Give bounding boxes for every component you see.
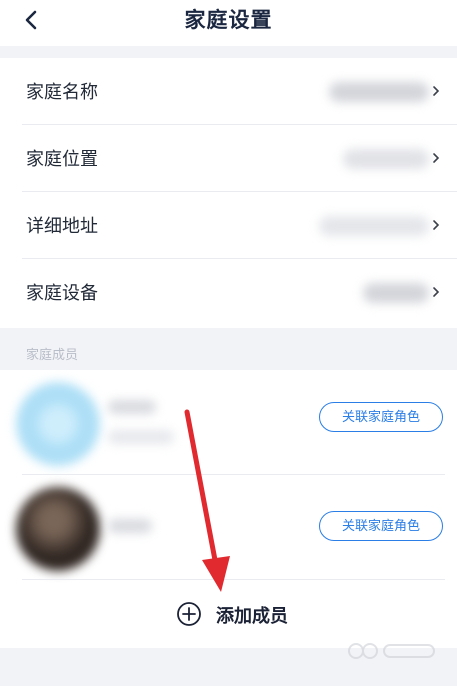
setting-label: 家庭设备 <box>26 283 98 304</box>
divider <box>22 579 445 580</box>
plus-circle-icon <box>177 602 201 626</box>
setting-label: 家庭位置 <box>26 149 98 170</box>
setting-row-detailed-address[interactable]: 详细地址 <box>22 192 457 259</box>
settings-list: 家庭名称 家庭位置 详细地址 家庭设备 <box>0 58 457 328</box>
link-family-role-button[interactable]: 关联家庭角色 <box>319 402 443 432</box>
chevron-right-icon <box>433 86 440 96</box>
header: 家庭设置 <box>0 0 457 46</box>
avatar <box>16 382 100 466</box>
setting-value-redacted <box>363 283 429 303</box>
link-family-role-button[interactable]: 关联家庭角色 <box>319 511 443 541</box>
chevron-right-icon <box>433 153 440 163</box>
setting-row-family-name[interactable]: 家庭名称 <box>22 58 457 125</box>
setting-value-redacted <box>343 149 429 169</box>
member-name-redacted <box>108 400 156 414</box>
member-item[interactable]: 关联家庭角色 <box>0 475 457 580</box>
chevron-right-icon <box>433 220 440 230</box>
member-detail-redacted <box>108 430 174 444</box>
page-title: 家庭设置 <box>184 8 273 32</box>
avatar <box>16 487 100 571</box>
member-item[interactable]: 关联家庭角色 <box>0 370 457 475</box>
setting-label: 家庭名称 <box>26 82 98 103</box>
member-name-redacted <box>108 519 152 533</box>
watermark-logo-icon <box>348 643 435 659</box>
setting-value-redacted <box>319 216 429 236</box>
chevron-right-icon <box>433 287 440 297</box>
setting-value-redacted <box>329 82 429 102</box>
section-label-family-members: 家庭成员 <box>26 348 79 363</box>
family-settings-screen: 家庭设置 家庭名称 家庭位置 详细地址 家庭设备 家庭成员 关联家庭角色 关联家… <box>0 0 457 686</box>
setting-label: 详细地址 <box>26 216 98 237</box>
add-member-label: 添加成员 <box>216 606 288 627</box>
setting-row-family-location[interactable]: 家庭位置 <box>22 125 457 192</box>
setting-row-family-devices[interactable]: 家庭设备 <box>22 259 457 326</box>
